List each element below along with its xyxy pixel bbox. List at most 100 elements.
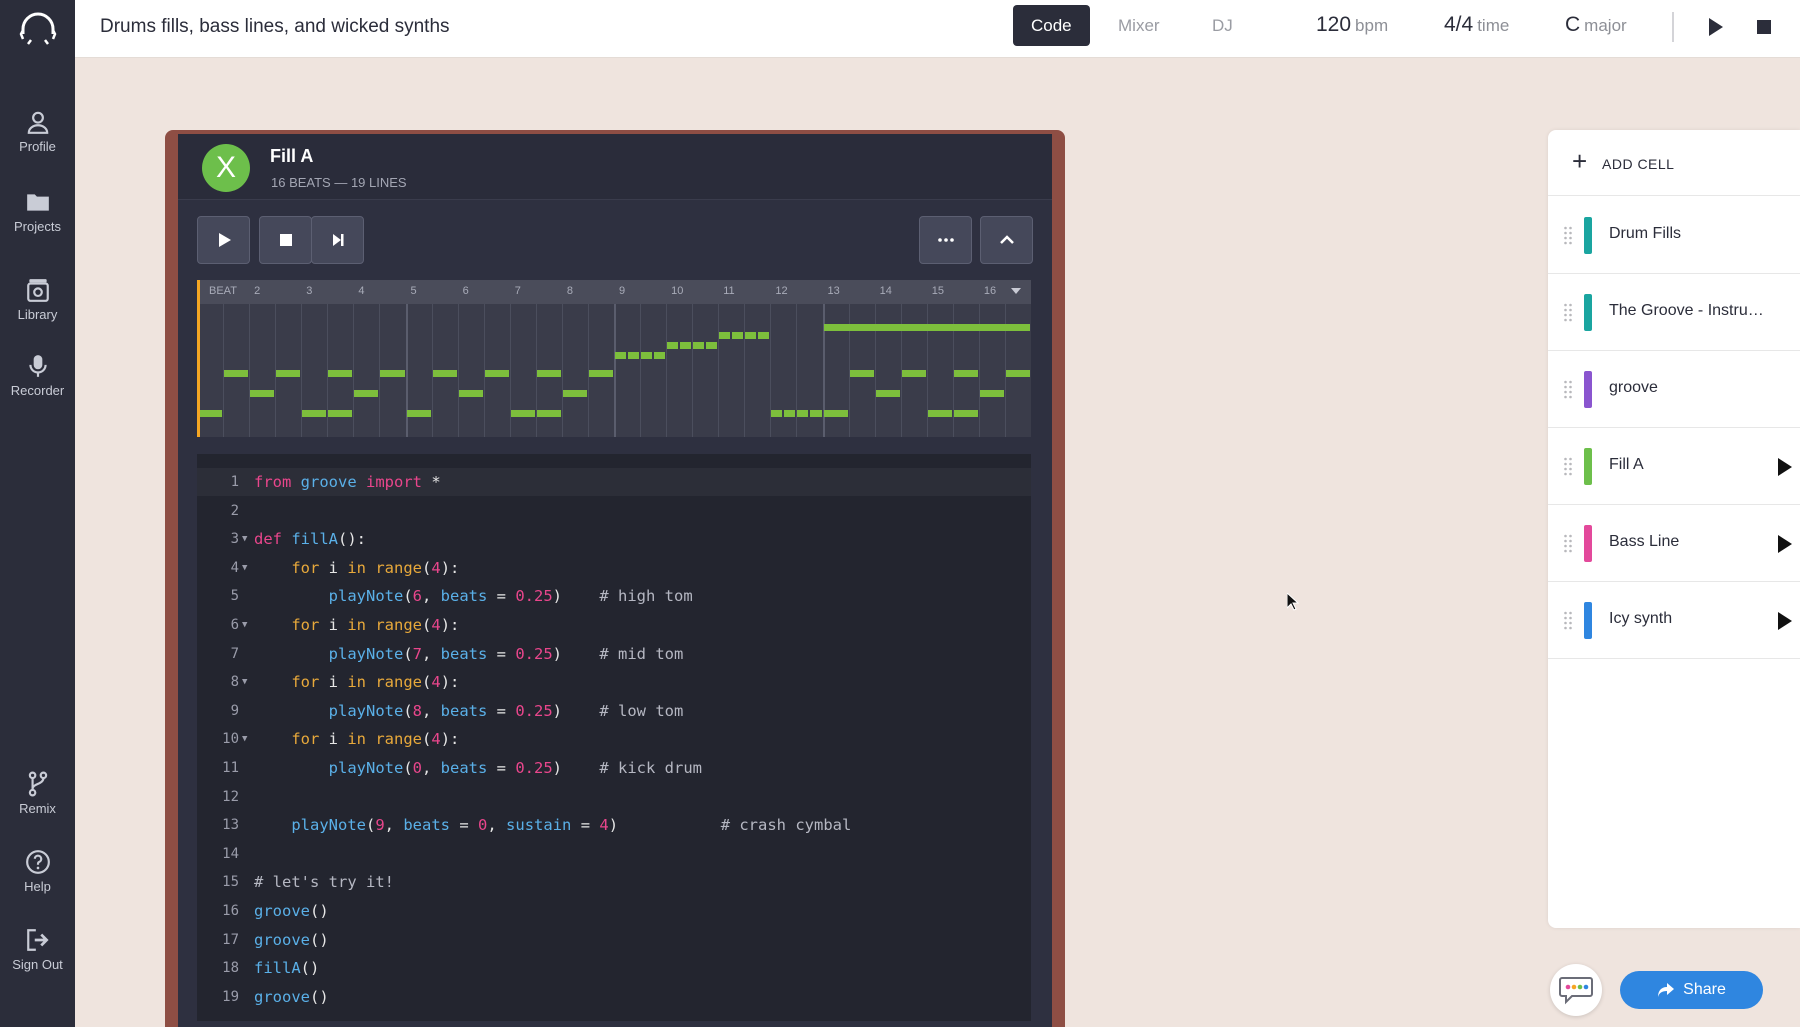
note-block[interactable] — [510, 410, 535, 417]
track-item[interactable]: groove — [1548, 351, 1800, 428]
note-block[interactable] — [732, 332, 744, 339]
cell-stop-button[interactable] — [259, 216, 312, 264]
cell-more-button[interactable] — [919, 216, 972, 264]
note-block[interactable] — [354, 390, 379, 397]
note-block[interactable] — [680, 342, 692, 349]
cell-play-button[interactable] — [197, 216, 250, 264]
fold-caret-icon[interactable]: ▼ — [242, 725, 247, 753]
tab-mixer[interactable]: Mixer — [1100, 5, 1178, 46]
track-play-icon[interactable] — [1778, 612, 1792, 630]
note-block[interactable] — [615, 352, 627, 359]
track-item[interactable]: Drum Fills — [1548, 197, 1800, 274]
note-block[interactable] — [849, 370, 874, 377]
note-block[interactable] — [432, 370, 457, 377]
note-block[interactable] — [823, 410, 848, 417]
drag-handle-icon[interactable] — [1563, 610, 1573, 630]
note-block[interactable] — [901, 370, 926, 377]
note-block[interactable] — [693, 342, 705, 349]
note-block[interactable] — [250, 390, 275, 397]
drag-handle-icon[interactable] — [1563, 533, 1573, 553]
cell-collapse-button[interactable] — [980, 216, 1033, 264]
code-line[interactable]: 4 ▼ for i in range(4): — [197, 554, 1031, 582]
code-line[interactable]: 19 groove() — [197, 983, 1031, 1011]
code-line[interactable]: 5 playNote(6, beats = 0.25) # high tom — [197, 582, 1031, 610]
code-line[interactable]: 6 ▼ for i in range(4): — [197, 611, 1031, 639]
code-line[interactable]: 12 — [197, 783, 1031, 811]
note-block[interactable] — [628, 352, 640, 359]
note-block[interactable] — [458, 390, 483, 397]
cell-step-button[interactable] — [311, 216, 364, 264]
fold-caret-icon[interactable]: ▼ — [242, 525, 247, 553]
note-block[interactable] — [771, 410, 783, 417]
code-line[interactable]: 7 playNote(7, beats = 0.25) # mid tom — [197, 640, 1031, 668]
sidebar-item-remix[interactable]: Remix — [0, 758, 75, 828]
cell-title[interactable]: Fill A — [270, 146, 313, 167]
note-block[interactable] — [654, 352, 666, 359]
playhead[interactable] — [197, 280, 200, 437]
note-block[interactable] — [1005, 370, 1030, 377]
note-block[interactable] — [302, 410, 327, 417]
track-play-icon[interactable] — [1778, 535, 1792, 553]
code-line[interactable]: 17 groove() — [197, 926, 1031, 954]
code-line[interactable]: 1 from groove import * — [197, 468, 1031, 496]
note-block[interactable] — [823, 324, 1030, 331]
drag-handle-icon[interactable] — [1563, 456, 1573, 476]
code-editor[interactable]: 1 from groove import * 2 3 ▼ def fillA(): 4 ▼ f… — [197, 454, 1031, 1021]
time-signature-control[interactable]: 4/4 time — [1444, 13, 1509, 37]
note-block[interactable] — [198, 410, 223, 417]
fold-caret-icon[interactable]: ▼ — [242, 554, 247, 582]
sidebar-item-help[interactable]: Help — [0, 836, 75, 906]
note-block[interactable] — [484, 370, 509, 377]
note-block[interactable] — [810, 410, 822, 417]
note-block[interactable] — [536, 410, 561, 417]
note-block[interactable] — [224, 370, 249, 377]
tab-code[interactable]: Code — [1013, 5, 1090, 46]
project-title[interactable]: Drums fills, bass lines, and wicked synt… — [100, 16, 450, 38]
fold-caret-icon[interactable]: ▼ — [242, 668, 247, 696]
drag-handle-icon[interactable] — [1563, 379, 1573, 399]
bpm-control[interactable]: 120 bpm — [1316, 13, 1388, 37]
track-item[interactable]: The Groove - Instructions — [1548, 274, 1800, 351]
note-block[interactable] — [875, 390, 900, 397]
beat-ruler[interactable]: BEAT 2 3 4 5 6 7 8 9 10 11 12 13 14 15 16 — [197, 280, 1031, 304]
sidebar-item-recorder[interactable]: Recorder — [0, 340, 75, 410]
chat-button[interactable] — [1550, 964, 1602, 1016]
note-block[interactable] — [380, 370, 405, 377]
note-block[interactable] — [276, 370, 301, 377]
drag-handle-icon[interactable] — [1563, 302, 1573, 322]
note-block[interactable] — [706, 342, 718, 349]
add-cell-button[interactable]: + ADD CELL — [1548, 130, 1800, 196]
code-line[interactable]: 18 fillA() — [197, 954, 1031, 982]
note-block[interactable] — [953, 410, 978, 417]
sidebar-item-profile[interactable]: Profile — [0, 96, 75, 166]
cell-avatar[interactable]: X — [202, 144, 250, 192]
code-line[interactable]: 9 playNote(8, beats = 0.25) # low tom — [197, 697, 1031, 725]
note-block[interactable] — [667, 342, 679, 349]
sidebar-item-library[interactable]: Library — [0, 264, 75, 334]
note-block[interactable] — [758, 332, 770, 339]
chevron-down-icon[interactable] — [1011, 288, 1021, 294]
stop-all-button[interactable] — [1751, 14, 1777, 40]
code-line[interactable]: 16 groove() — [197, 897, 1031, 925]
note-block[interactable] — [797, 410, 809, 417]
note-block[interactable] — [641, 352, 653, 359]
beat-grid[interactable]: BEAT 2 3 4 5 6 7 8 9 10 11 12 13 14 15 16 — [197, 280, 1031, 437]
code-line[interactable]: 3 ▼ def fillA(): — [197, 525, 1031, 553]
tab-dj[interactable]: DJ — [1194, 5, 1251, 46]
track-play-icon[interactable] — [1778, 458, 1792, 476]
fold-caret-icon[interactable]: ▼ — [242, 611, 247, 639]
code-line[interactable]: 14 — [197, 840, 1031, 868]
track-item[interactable]: Bass Line — [1548, 505, 1800, 582]
note-block[interactable] — [588, 370, 613, 377]
note-block[interactable] — [927, 410, 952, 417]
app-logo-icon[interactable] — [0, 0, 75, 58]
note-block[interactable] — [328, 410, 353, 417]
code-line[interactable]: 2 — [197, 497, 1031, 525]
note-block[interactable] — [745, 332, 757, 339]
note-block[interactable] — [536, 370, 561, 377]
sidebar-item-sign-out[interactable]: Sign Out — [0, 914, 75, 984]
sidebar-item-projects[interactable]: Projects — [0, 176, 75, 246]
play-all-button[interactable] — [1702, 14, 1728, 40]
code-line[interactable]: 11 playNote(0, beats = 0.25) # kick drum — [197, 754, 1031, 782]
note-block[interactable] — [562, 390, 587, 397]
